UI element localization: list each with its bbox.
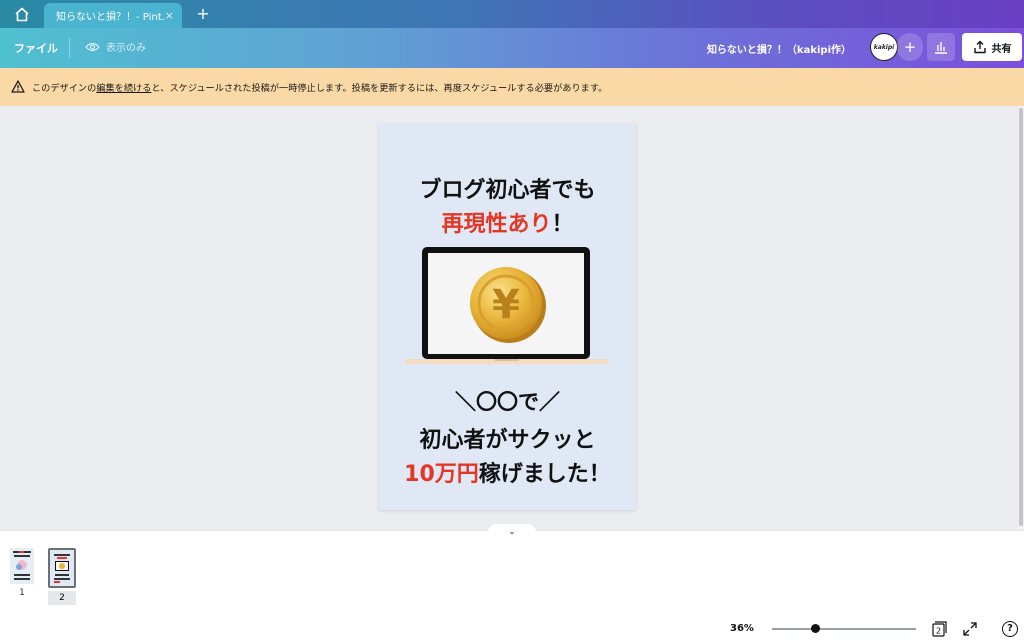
headline-exclamation: ！ — [551, 212, 574, 237]
canvas-area: ブログ初心者でも 再現性あり！ ¥ ＼〇〇で／ 初心者がサクッと 10万円稼げま… — [0, 106, 1018, 530]
amount-highlight: 10万円 — [404, 462, 479, 487]
page-thumbnail-image — [48, 548, 76, 588]
banner-text-after: と、スケジュールされた投稿が一時停止します。投稿を更新するには、再度スケジュール… — [151, 83, 608, 94]
view-only-label: 表示のみ — [106, 43, 146, 54]
eye-icon — [85, 42, 100, 51]
page-thumbnail-2[interactable]: 2 — [48, 548, 76, 605]
headline-line-4: 10万円稼げました！ — [379, 456, 636, 488]
laptop-coin-illustration: ¥ — [405, 247, 609, 364]
scheduled-post-warning-banner: このデザインの 編集を続ける と、スケジュールされた投稿が一時停止します。投稿を… — [0, 68, 1024, 106]
view-only-indicator[interactable]: 表示のみ — [85, 39, 146, 54]
zoom-level[interactable]: 36% — [730, 623, 754, 634]
share-button[interactable]: 共有 — [962, 33, 1022, 61]
share-label: 共有 — [991, 43, 1012, 55]
page-number-1: 1 — [19, 588, 25, 598]
file-menu[interactable]: ファイル — [14, 40, 58, 56]
headline-line-2: 再現性あり！ — [379, 206, 636, 238]
fullscreen-button[interactable] — [962, 621, 978, 637]
help-button[interactable]: ? — [1002, 621, 1018, 637]
page-count-button[interactable]: 2 — [932, 621, 948, 637]
insights-button[interactable] — [927, 33, 955, 61]
new-tab-button[interactable]: + — [194, 4, 212, 24]
zoom-slider-track[interactable] — [772, 628, 916, 630]
tab-design[interactable]: 知らないと損？！- Pint... × — [44, 3, 182, 28]
headline-line-1: ブログ初心者でも — [419, 178, 596, 203]
headline-highlight: 再現性あり — [441, 212, 552, 237]
pages-icon: 2 — [932, 621, 947, 637]
scrollbar-thumb[interactable] — [1019, 108, 1023, 526]
page-number-2: 2 — [48, 591, 76, 605]
page-thumbnail-image — [10, 548, 34, 584]
page-count: 2 — [936, 627, 941, 636]
add-collaborator-button[interactable]: + — [897, 33, 923, 61]
tab-title: 知らないと損？！- Pint... — [56, 12, 165, 23]
subheadline: ＼〇〇で／ — [455, 390, 560, 414]
home-icon — [15, 7, 29, 21]
warning-icon — [11, 80, 25, 94]
banner-text-before: このデザインの — [32, 83, 97, 94]
home-button[interactable] — [10, 4, 34, 24]
design-page[interactable]: ブログ初心者でも 再現性あり！ ¥ ＼〇〇で／ 初心者がサクッと 10万円稼げま… — [379, 124, 636, 510]
toolbar-divider — [69, 38, 70, 58]
canvas-scrollbar[interactable] — [1018, 106, 1024, 530]
expand-icon — [963, 622, 977, 636]
browser-tab-bar: 知らないと損？！- Pint... × + — [0, 0, 1024, 28]
document-title[interactable]: 知らないと損？！（kakipi作） — [707, 41, 851, 56]
tab-close-icon[interactable]: × — [165, 9, 174, 22]
yen-symbol: ¥ — [492, 282, 520, 328]
upload-icon — [973, 40, 986, 54]
editor-toolbar: ファイル 表示のみ 知らないと損？！（kakipi作） kakipi + 共有 — [0, 28, 1024, 68]
headline-line-4-rest: 稼げました！ — [478, 462, 611, 487]
avatar[interactable]: kakipi — [870, 33, 898, 61]
chevron-down-icon: ⌄ — [508, 527, 516, 537]
continue-editing-link[interactable]: 編集を続ける — [96, 80, 151, 94]
pages-panel: ⌄ 1 2 36% 2 ? — [0, 524, 1024, 638]
headline-line-3: 初心者がサクッと — [419, 428, 596, 453]
zoom-slider-handle[interactable] — [810, 624, 820, 633]
bar-chart-icon — [935, 41, 947, 54]
page-thumbnail-1[interactable]: 1 — [8, 548, 36, 598]
collapse-panel-button[interactable]: ⌄ — [488, 524, 536, 538]
